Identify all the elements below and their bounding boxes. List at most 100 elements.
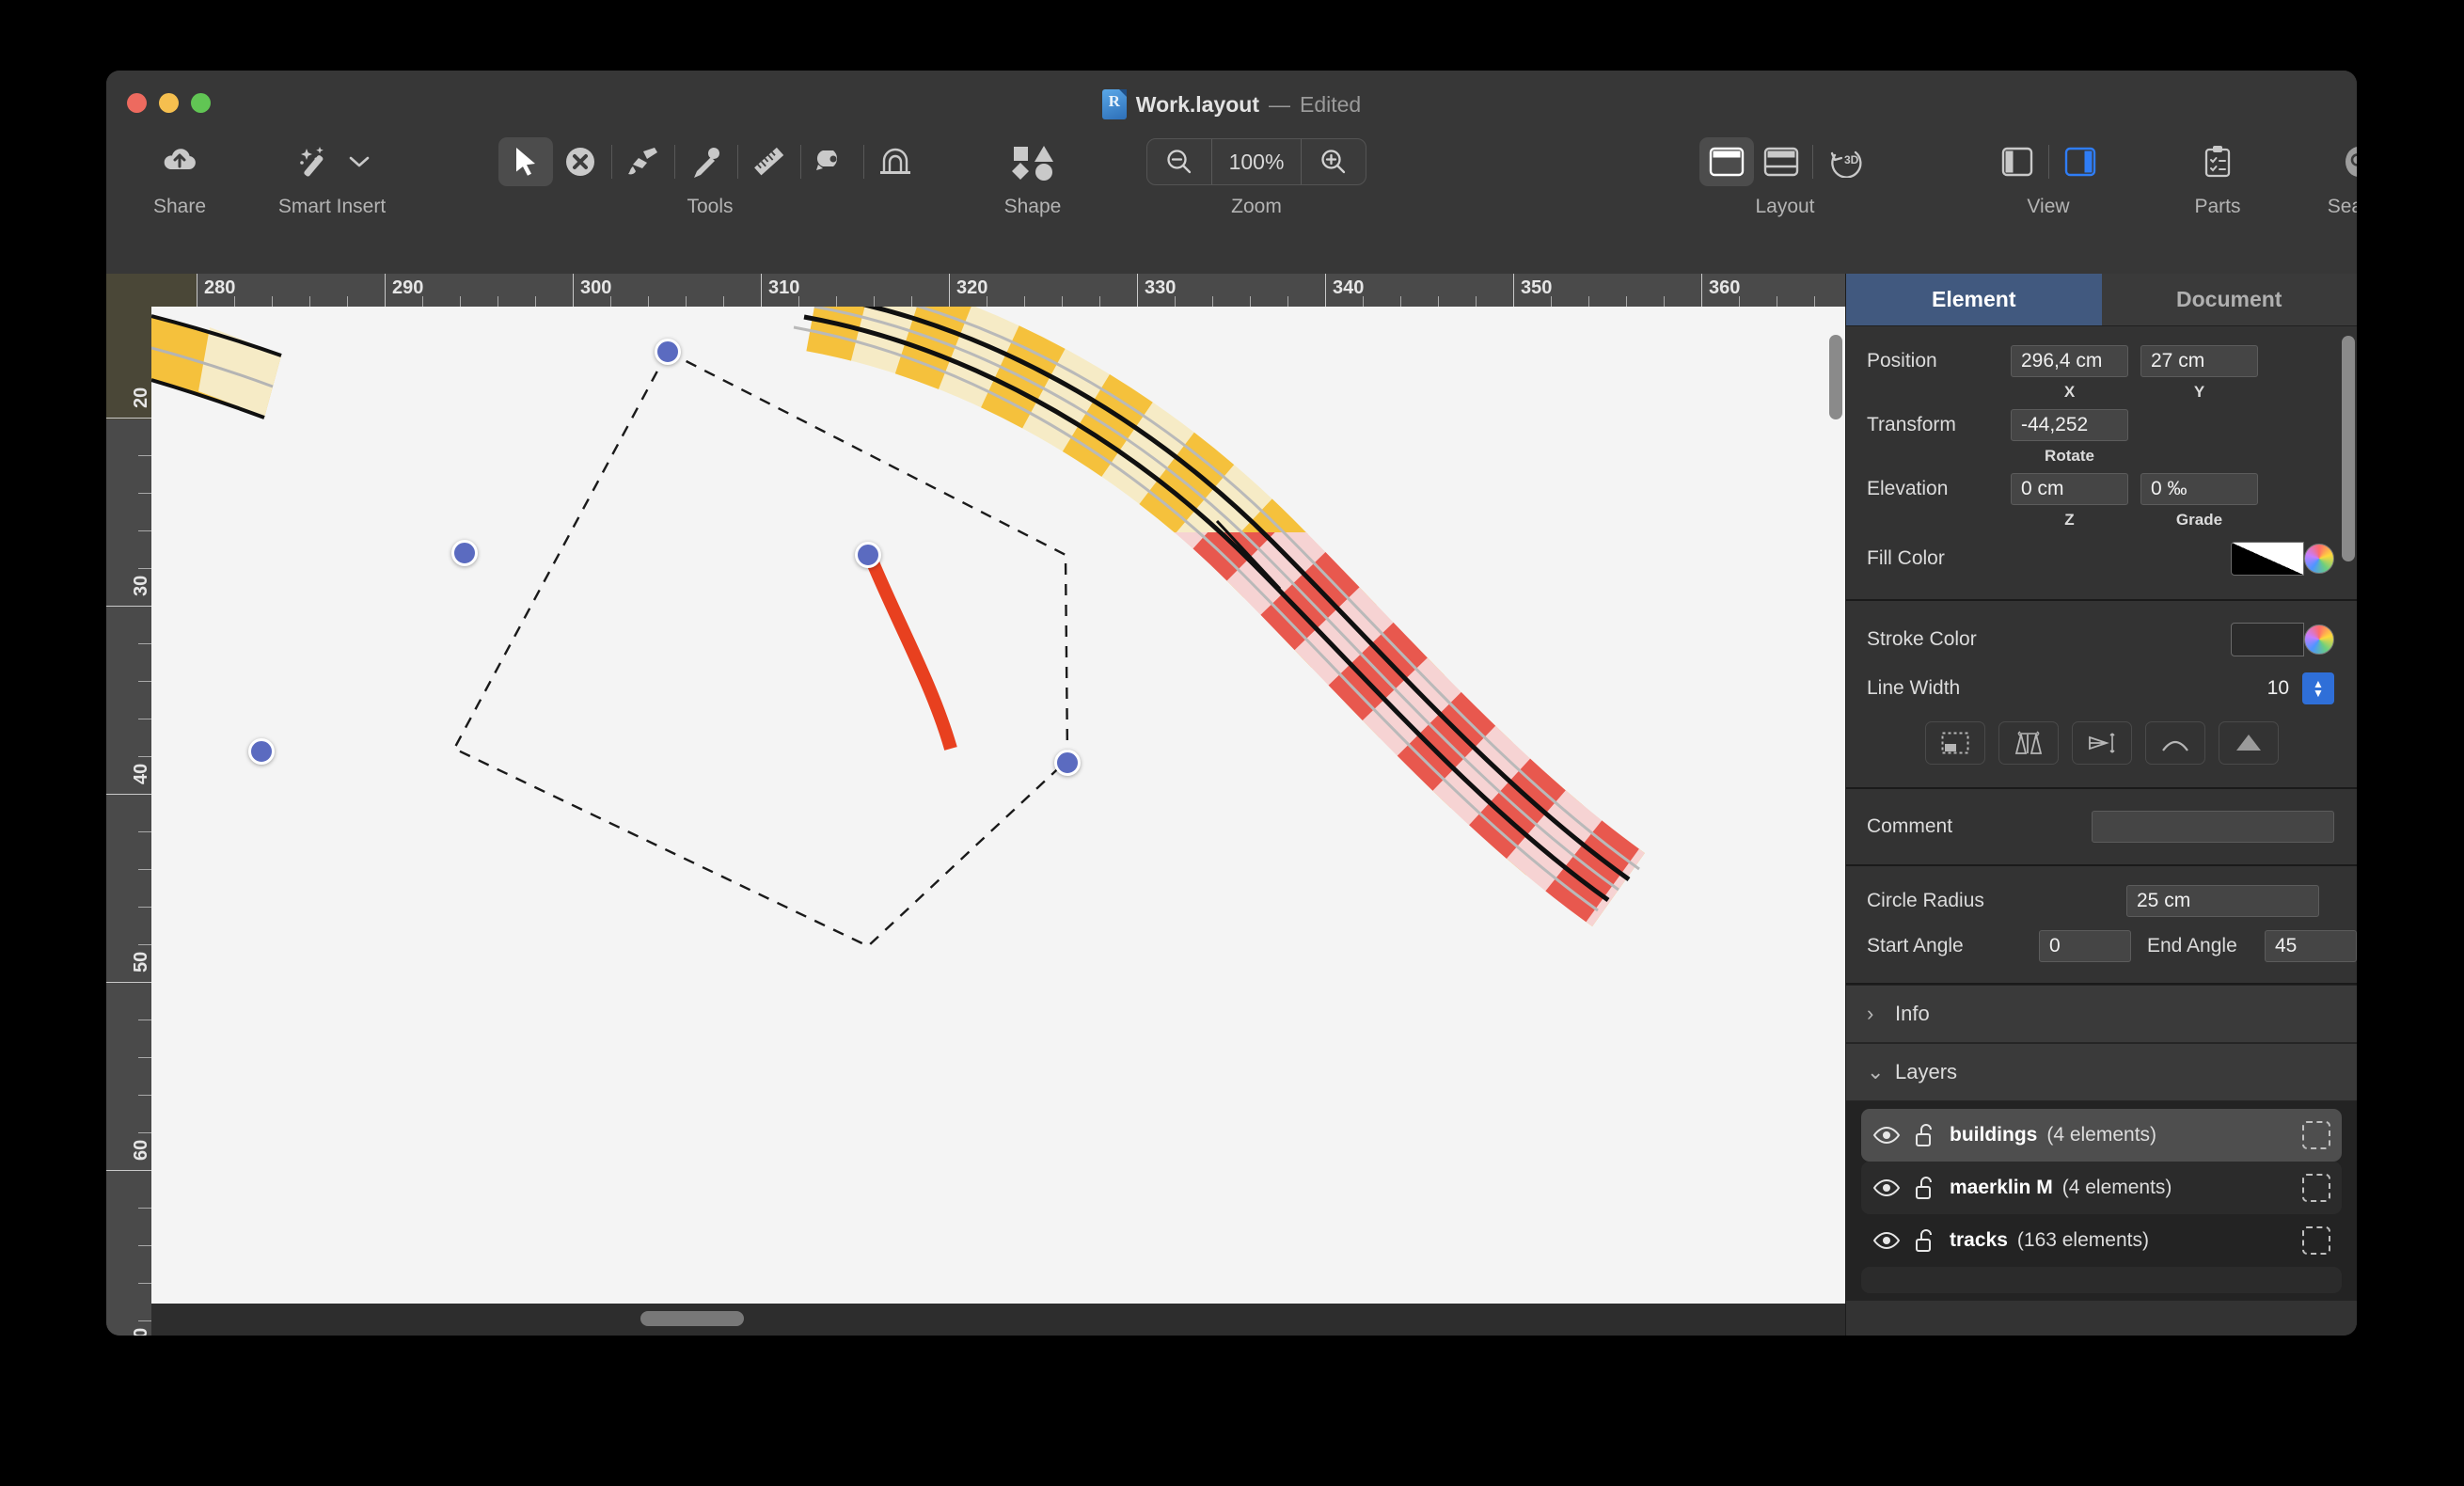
start-angle-field[interactable]: 0 (2039, 930, 2131, 962)
stroke-color-swatch[interactable] (2231, 623, 2304, 656)
stroke-color-wheel-button[interactable] (2304, 624, 2334, 655)
eye-icon[interactable] (1872, 1125, 1901, 1146)
layer-row-tracks[interactable]: tracks (163 elements) (1861, 1214, 2342, 1267)
circle-radius-field[interactable]: 25 cm (2126, 885, 2319, 917)
comment-field[interactable] (2092, 811, 2334, 843)
toolbar-group-zoom: 100% Zoom (1139, 133, 1374, 218)
selection-bounds-icon[interactable] (1924, 721, 1985, 765)
position-y-field[interactable]: 27 cm (2140, 345, 2258, 377)
zoom-in-button[interactable] (1302, 139, 1366, 184)
layer-row-partial[interactable] (1861, 1267, 2342, 1293)
geometry-section: Position 296,4 cm 27 cm X Y Transform -4… (1846, 326, 2357, 601)
share-button[interactable] (152, 137, 207, 186)
tunnel-icon[interactable] (868, 137, 923, 186)
layers-list: buildings (4 elements) maerklin M (4 ele… (1846, 1101, 2357, 1301)
elevation-z-field[interactable]: 0 cm (2011, 473, 2128, 505)
line-width-stepper[interactable]: ▲ ▼ (2302, 672, 2334, 704)
unlock-icon[interactable] (1914, 1228, 1936, 1253)
selection-handle-arc-start[interactable] (855, 542, 881, 568)
position-label: Position (1867, 350, 1937, 372)
inspector-tabs: Element Document (1846, 274, 2357, 326)
eyedropper-icon[interactable] (679, 137, 734, 186)
split-pane-icon[interactable] (1754, 137, 1809, 186)
chevron-down-icon[interactable] (343, 137, 375, 186)
single-pane-icon[interactable] (1698, 137, 1754, 186)
info-disclosure[interactable]: › Info (1846, 985, 2357, 1043)
layer-select-indicator[interactable] (2302, 1174, 2330, 1202)
fill-color-swatch[interactable] (2231, 542, 2304, 576)
outline-triangle-icon[interactable] (2144, 721, 2205, 765)
flip-vertical-icon[interactable] (2071, 721, 2132, 765)
layer-select-indicator[interactable] (2302, 1226, 2330, 1255)
flip-horizontal-icon[interactable] (1998, 721, 2059, 765)
zoom-control: 100% (1145, 138, 1367, 185)
svg-text:3D: 3D (1844, 153, 1859, 166)
ruler-label-h: 340 (1333, 277, 1365, 298)
canvas-drawing (151, 307, 1645, 948)
view-label: View (2027, 196, 2070, 217)
unlock-icon[interactable] (1914, 1123, 1936, 1147)
app-body: 280 290 300 310 320 330 340 350 360 20 30 40 50 60 70 (106, 274, 2357, 1336)
delete-circle-icon[interactable] (553, 137, 608, 186)
zoom-out-button[interactable] (1147, 139, 1211, 184)
selection-handle-left[interactable] (248, 738, 275, 765)
stroke-color-label: Stroke Color (1867, 628, 1977, 650)
layer-name: buildings (1950, 1124, 2038, 1146)
ruler-icon[interactable] (742, 137, 797, 186)
saw-icon[interactable] (805, 137, 860, 186)
shape-button[interactable] (986, 137, 1080, 186)
right-sidebar-icon[interactable] (2053, 137, 2108, 186)
position-x-field[interactable]: 296,4 cm (2011, 345, 2128, 377)
end-angle-field[interactable]: 45 (2265, 930, 2357, 962)
layer-row-maerklin-m[interactable]: maerklin M (4 elements) (1861, 1162, 2342, 1214)
horizontal-scroll-thumb[interactable] (640, 1311, 744, 1326)
layout-canvas[interactable] (151, 307, 1846, 1336)
fill-color-wheel-button[interactable] (2304, 544, 2334, 574)
selection-handle-top[interactable] (655, 339, 681, 365)
tab-element[interactable]: Element (1846, 274, 2102, 326)
eye-icon[interactable] (1872, 1230, 1901, 1251)
horizontal-ruler[interactable]: 280 290 300 310 320 330 340 350 360 (106, 274, 1846, 308)
toolbar-divider (799, 145, 801, 179)
document-area: 280 290 300 310 320 330 340 350 360 20 30 40 50 60 70 (106, 274, 1846, 1336)
title-filename: Work.layout (1135, 91, 1259, 117)
elevation-grade-field[interactable]: 0 ‰ (2140, 473, 2258, 505)
layers-disclosure[interactable]: ⌄ Layers (1846, 1043, 2357, 1101)
magic-wand-icon[interactable] (289, 137, 343, 186)
info-label: Info (1895, 1002, 1930, 1025)
clipboard-checklist-icon[interactable] (2190, 137, 2245, 186)
track-segment-main-curve (793, 307, 1645, 927)
ruler-label-v: 50 (131, 951, 151, 972)
comment-row: Comment (1846, 798, 2357, 855)
line-width-field[interactable]: 10 (2261, 672, 2298, 704)
vertical-ruler[interactable]: 20 30 40 50 60 70 (106, 307, 152, 1336)
layer-row-buildings[interactable]: buildings (4 elements) (1861, 1109, 2342, 1162)
search-icon[interactable] (2331, 137, 2357, 186)
tab-document[interactable]: Document (2101, 274, 2357, 326)
ruler-label-h: 320 (956, 277, 988, 298)
canvas-vertical-scrollbar[interactable] (1825, 307, 1846, 1304)
selection-handle-left-upper[interactable] (451, 540, 478, 566)
layer-select-indicator[interactable] (2302, 1121, 2330, 1149)
unlock-icon[interactable] (1914, 1176, 1936, 1200)
tools-label: Tools (687, 196, 734, 217)
canvas-horizontal-scrollbar[interactable] (151, 1304, 1846, 1336)
ruler-label-v: 70 (131, 1328, 151, 1336)
document-icon-letter: R (1108, 92, 1120, 110)
title-separator: — (1269, 91, 1290, 117)
rotate-3d-icon[interactable]: 3D (1817, 137, 1872, 186)
left-sidebar-icon[interactable] (1990, 137, 2045, 186)
eye-icon[interactable] (1872, 1178, 1901, 1198)
paintbrush-icon[interactable] (616, 137, 671, 186)
vertical-scroll-thumb[interactable] (1829, 335, 1842, 419)
rotate-field[interactable]: -44,252 (2011, 409, 2128, 441)
filled-triangle-icon[interactable] (2218, 721, 2279, 765)
selection-handle-right[interactable] (1054, 750, 1081, 776)
inspector-panel: Element Document Position 296,4 cm 27 cm… (1845, 274, 2357, 1336)
zoom-level-label[interactable]: 100% (1212, 139, 1302, 184)
arrow-select-icon[interactable] (498, 137, 553, 186)
toolbar: Share Smart Insert Tools Shape 100% Zoom… (106, 133, 2357, 274)
inspector-scroll-thumb[interactable] (2342, 336, 2355, 561)
toolbar-divider (673, 145, 675, 179)
toolbar-group-shape: Shape (971, 133, 1094, 218)
